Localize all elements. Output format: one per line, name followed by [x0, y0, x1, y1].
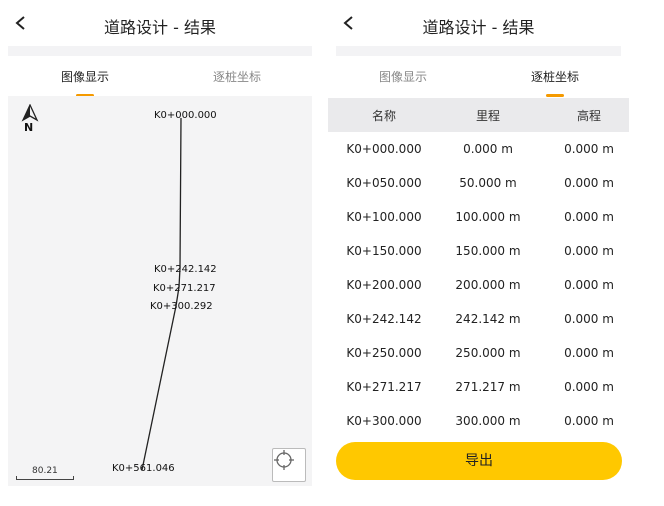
station-elevation: 0.000 m [564, 142, 614, 156]
tab-indicator [546, 94, 564, 97]
station-elevation: 0.000 m [564, 346, 614, 360]
station-elevation: 0.000 m [564, 414, 614, 428]
station-name: K0+250.000 [346, 346, 422, 360]
table-header: 名称 里程 高程 [328, 98, 629, 132]
station-name: K0+150.000 [346, 244, 422, 258]
station-elevation: 0.000 m [564, 176, 614, 190]
tab-station-coordinates[interactable]: 逐桩坐标 [182, 68, 292, 85]
column-header-mileage: 里程 [475, 109, 500, 123]
scale-value: 80.21 [32, 466, 58, 476]
column-header-name: 名称 [371, 109, 396, 123]
station-table-body: K0+000.000 0.000 m 0.000 m K0+050.000 50… [328, 132, 629, 438]
station-name: K0+000.000 [346, 142, 422, 156]
tab-label: 逐桩坐标 [212, 70, 261, 84]
station-mileage: 200.000 m [455, 278, 521, 292]
table-row[interactable]: K0+200.000 200.000 m 0.000 m [328, 268, 629, 302]
station-label: K0+561.046 [112, 463, 175, 474]
north-arrow-icon: N [20, 104, 40, 134]
tab-image-display[interactable]: 图像显示 [30, 68, 140, 97]
table-row[interactable]: K0+150.000 150.000 m 0.000 m [328, 234, 629, 268]
export-button[interactable]: 导出 [336, 442, 622, 480]
tab-label: 逐桩坐标 [530, 70, 579, 84]
tab-label: 图像显示 [60, 70, 109, 84]
station-elevation: 0.000 m [564, 210, 614, 224]
station-name: K0+050.000 [346, 176, 422, 190]
station-mileage: 242.142 m [455, 312, 521, 326]
station-name: K0+242.142 [346, 312, 422, 326]
station-mileage: 50.000 m [459, 176, 517, 190]
scale-bar [16, 476, 74, 480]
page-title: 道路设计 - 结果 [422, 18, 535, 37]
table-row[interactable]: K0+000.000 0.000 m 0.000 m [328, 132, 629, 166]
table-row[interactable]: K0+271.217 271.217 m 0.000 m [328, 370, 629, 404]
station-label: K0+300.292 [150, 301, 213, 312]
station-label: K0+242.142 [154, 264, 217, 275]
station-elevation: 0.000 m [564, 244, 614, 258]
tab-image-display[interactable]: 图像显示 [348, 68, 458, 85]
header: 道路设计 - 结果 [0, 0, 320, 46]
tab-label: 图像显示 [378, 70, 427, 84]
tab-station-coordinates[interactable]: 逐桩坐标 [500, 68, 610, 97]
header: 道路设计 - 结果 [328, 0, 629, 46]
locate-button[interactable] [272, 448, 306, 482]
station-mileage: 300.000 m [455, 414, 521, 428]
road-centerline [141, 117, 182, 471]
left-screen: 道路设计 - 结果 图像显示 逐桩坐标 N K0+000.000 K0+242.… [0, 0, 320, 506]
station-elevation: 0.000 m [564, 278, 614, 292]
station-name: K0+200.000 [346, 278, 422, 292]
station-name: K0+100.000 [346, 210, 422, 224]
page-title: 道路设计 - 结果 [104, 18, 216, 37]
station-mileage: 271.217 m [455, 380, 521, 394]
tab-bar: 图像显示 逐桩坐标 [328, 60, 629, 97]
station-name: K0+271.217 [346, 380, 422, 394]
table-row[interactable]: K0+242.142 242.142 m 0.000 m [328, 302, 629, 336]
station-mileage: 100.000 m [455, 210, 521, 224]
station-mileage: 150.000 m [455, 244, 521, 258]
station-mileage: 250.000 m [455, 346, 521, 360]
station-label: K0+271.217 [153, 283, 216, 294]
column-header-elevation: 高程 [576, 109, 601, 123]
station-label: K0+000.000 [154, 110, 217, 121]
station-mileage: 0.000 m [463, 142, 513, 156]
station-elevation: 0.000 m [564, 380, 614, 394]
table-row[interactable]: K0+100.000 100.000 m 0.000 m [328, 200, 629, 234]
crosshair-icon [274, 450, 294, 470]
road-map-canvas[interactable]: N K0+000.000 K0+242.142 K0+271.217 K0+30… [8, 96, 312, 486]
tab-bar: 图像显示 逐桩坐标 [0, 60, 320, 97]
station-elevation: 0.000 m [564, 312, 614, 326]
north-label: N [24, 121, 34, 134]
table-row[interactable]: K0+300.000 300.000 m 0.000 m [328, 404, 629, 438]
table-row[interactable]: K0+050.000 50.000 m 0.000 m [328, 166, 629, 200]
header-divider [8, 46, 312, 56]
station-name: K0+300.000 [346, 414, 422, 428]
table-row[interactable]: K0+250.000 250.000 m 0.000 m [328, 336, 629, 370]
right-screen: 道路设计 - 结果 图像显示 逐桩坐标 名称 里程 高程 K0+000.000 … [328, 0, 629, 506]
header-divider [336, 46, 621, 56]
